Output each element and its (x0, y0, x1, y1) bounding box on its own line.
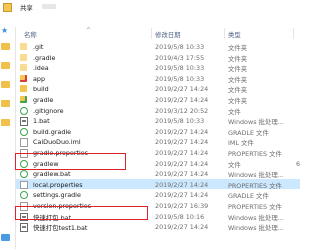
file-modified-date: 2019/5/8 10:33 (155, 43, 205, 51)
nav-folder-icon[interactable] (1, 100, 10, 107)
bat-icon (20, 223, 28, 232)
file-name: 1.bat (33, 117, 50, 126)
file-name: settings.gradle (33, 191, 81, 200)
tab-view-blurred[interactable] (42, 4, 56, 9)
quick-access-star-icon[interactable]: ★ (1, 27, 10, 35)
file-modified-date: 2019/2/27 14:24 (155, 85, 209, 94)
file-type: Windows 批处理... (228, 224, 284, 233)
file-icon (20, 149, 28, 158)
file-modified-date: 2019/2/27 14:24 (155, 149, 209, 157)
file-name: build (33, 85, 49, 94)
navigation-pane: ★ (0, 27, 16, 249)
file-icon (20, 202, 28, 211)
folder-faded-icon (20, 64, 27, 72)
file-name: 快速打包test1.bat (33, 224, 88, 233)
file-modified-date: 2019/2/27 14:24 (155, 159, 209, 168)
file-name: gradle (33, 96, 54, 104)
file-modified-date: 2019/2/27 14:24 (155, 127, 209, 136)
file-row[interactable]: 快速打包.bat 2019/5/8 10:16 Windows 批处理... (16, 211, 300, 222)
column-header-date[interactable]: 修改日期 (155, 30, 181, 39)
file-row[interactable]: gradlew.bat 2019/2/27 14:24 Windows 批处理... (16, 168, 300, 179)
file-modified-date: 2019/2/27 14:24 (155, 191, 209, 200)
file-name: version.properties (33, 202, 92, 210)
folder-faded-icon (20, 53, 27, 61)
file-name: build.gradle (33, 127, 72, 136)
this-pc-icon[interactable] (1, 234, 10, 241)
file-row[interactable]: local.properties 2019/2/27 14:24 PROPERTIE… (16, 178, 300, 190)
file-name: .idea (33, 64, 49, 73)
file-name: app (33, 74, 46, 83)
file-row[interactable]: .git 2019/5/8 10:33 文件夹 (16, 41, 300, 52)
file-modified-date: 2019/2/27 14:24 (155, 96, 209, 104)
file-row[interactable]: build 2019/2/27 14:24 文件夹 (16, 83, 300, 94)
file-modified-date: 2019/2/27 16:39 (155, 202, 209, 210)
column-header-type[interactable]: 类型 (228, 30, 241, 39)
app-folder-icon (20, 74, 27, 82)
file-modified-date: 2019/5/8 10:33 (155, 74, 205, 83)
nav-folder-icon[interactable] (1, 81, 10, 88)
file-row[interactable]: .gitignore 2019/3/12 20:52 文件 (16, 105, 300, 116)
file-modified-date: 2019/5/8 10:16 (155, 212, 205, 221)
file-modified-date: 2019/2/27 14:24 (155, 180, 209, 189)
nav-folder-icon[interactable] (1, 43, 10, 50)
file-name: .gitignore (33, 106, 64, 115)
file-modified-date: 2019/2/27 14:24 (155, 138, 209, 147)
nav-folder-icon[interactable] (1, 62, 10, 69)
file-name: local.properties (33, 180, 83, 189)
gradle-file-icon (20, 127, 28, 136)
file-modified-date: 2019/5/8 10:33 (155, 117, 205, 126)
folder-faded-icon (20, 43, 27, 50)
file-row[interactable]: settings.gradle 2019/2/27 14:24 GRADLE 文件 (16, 189, 300, 200)
file-row[interactable]: gradlew 2019/2/27 14:24 文件 6 (16, 158, 300, 169)
bat-icon (20, 212, 28, 222)
file-icon (20, 138, 28, 147)
file-row[interactable]: 1.bat 2019/5/8 10:33 Windows 批处理... (16, 115, 300, 126)
tab-share[interactable]: 共享 (20, 3, 33, 12)
file-row[interactable]: CaiDuoDuo.iml 2019/2/27 14:24 IML 文件 (16, 136, 300, 147)
column-divider[interactable] (224, 28, 225, 39)
column-header-name[interactable]: 名称 (24, 30, 37, 39)
ribbon-tabs: 共享 (0, 0, 300, 14)
file-name: gradlew.bat (33, 170, 71, 179)
file-row[interactable]: app 2019/5/8 10:33 文件夹 (16, 73, 300, 84)
gradle-file-icon (20, 106, 28, 115)
column-divider[interactable] (151, 28, 152, 39)
quick-access-folder-icon[interactable] (3, 3, 12, 12)
gradle-folder-icon (20, 96, 27, 103)
file-name: .git (33, 43, 44, 51)
gradle-file-icon (20, 170, 28, 179)
nav-folder-icon[interactable] (1, 119, 10, 126)
file-modified-date: 2019/2/27 14:24 (155, 170, 209, 179)
file-row[interactable]: version.properties 2019/2/27 16:39 PROPERT… (16, 200, 300, 211)
gradle-file-icon (20, 191, 28, 200)
file-row[interactable]: .gradle 2019/4/3 17:55 文件夹 (16, 52, 300, 63)
file-name: gradle.properties (33, 149, 89, 157)
sort-ascending-icon: ^ (86, 27, 92, 34)
folder-icon (20, 85, 27, 93)
bat-icon (20, 117, 28, 126)
column-header-row: ^ 名称 修改日期 类型 (16, 27, 300, 40)
file-row[interactable]: gradle 2019/2/27 14:24 文件夹 (16, 94, 300, 105)
file-name: .gradle (33, 53, 56, 62)
file-row[interactable]: .idea 2019/5/8 10:33 文件夹 (16, 62, 300, 73)
column-divider[interactable] (293, 28, 294, 39)
file-icon (20, 180, 28, 190)
file-modified-date: 2019/3/12 20:52 (155, 106, 209, 115)
file-name: gradlew (33, 159, 59, 168)
file-row[interactable]: build.gradle 2019/2/27 14:24 GRADLE 文件 (16, 126, 300, 137)
file-modified-date: 2019/4/3 17:55 (155, 53, 205, 62)
file-modified-date: 2019/5/8 10:33 (155, 64, 205, 73)
file-row[interactable]: gradle.properties 2019/2/27 14:24 PROPERTI… (16, 147, 300, 158)
file-row[interactable]: 快速打包test1.bat 2019/2/27 14:24 Windows 批处理.… (16, 221, 300, 232)
file-size: 6 (296, 159, 301, 168)
gradle-file-icon (20, 159, 28, 168)
file-name: CaiDuoDuo.iml (33, 138, 81, 147)
file-modified-date: 2019/2/27 14:24 (155, 223, 209, 232)
